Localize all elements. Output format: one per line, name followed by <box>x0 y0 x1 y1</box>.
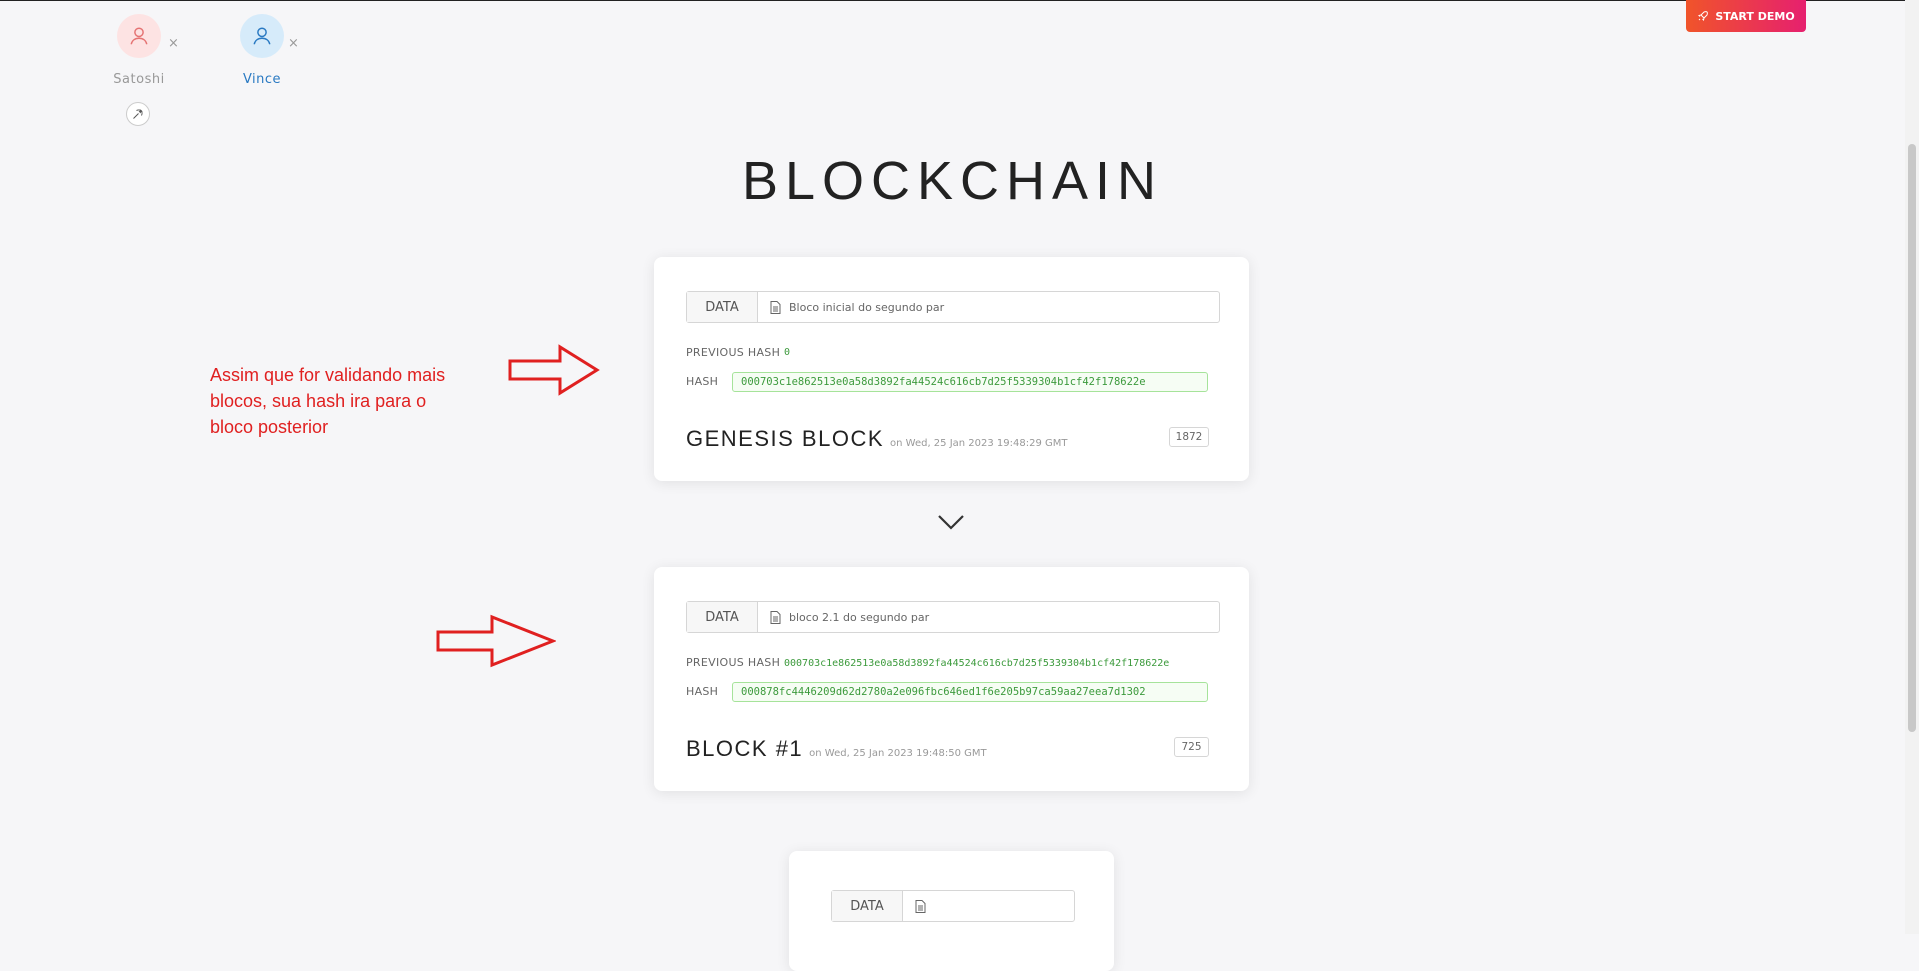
block-card-genesis: DATA Bloco inicial do segundo par PREVIO… <box>654 257 1249 481</box>
annotation-arrow-icon <box>508 344 600 396</box>
previous-hash-label: PREVIOUS HASH <box>686 656 781 669</box>
mine-button[interactable] <box>126 102 150 126</box>
data-input[interactable] <box>903 891 1074 921</box>
block-title-text: BLOCK #1 <box>686 736 804 761</box>
nonce-badge: 725 <box>1174 737 1209 757</box>
user-icon <box>130 27 148 45</box>
hash-label: HASH <box>686 375 719 388</box>
nonce-badge: 1872 <box>1169 427 1209 447</box>
data-field[interactable]: DATA bloco 2.1 do segundo par <box>686 601 1220 633</box>
start-demo-label: START DEMO <box>1715 9 1795 23</box>
block-title-text: GENESIS BLOCK <box>686 426 885 451</box>
data-value-text: Bloco inicial do segundo par <box>789 300 945 314</box>
user-icon <box>253 27 271 45</box>
remove-user-vince-icon[interactable]: × <box>288 36 299 51</box>
hash-value: 000878fc4446209d62d2780a2e096fbc646ed1f6… <box>732 682 1208 702</box>
scrollbar-thumb[interactable] <box>1908 144 1916 732</box>
document-icon <box>770 610 781 624</box>
data-input[interactable]: Bloco inicial do segundo par <box>758 292 1219 322</box>
block-timestamp: on Wed, 25 Jan 2023 19:48:50 GMT <box>809 748 987 759</box>
user-avatar-vince[interactable] <box>240 14 284 58</box>
data-field[interactable]: DATA Bloco inicial do segundo par <box>686 291 1220 323</box>
user-name-vince: Vince <box>242 72 282 87</box>
window-top-border <box>0 0 1919 1</box>
block-card-1: DATA bloco 2.1 do segundo par PREVIOUS H… <box>654 567 1249 791</box>
previous-hash-value: 0 <box>784 347 791 358</box>
data-field[interactable]: DATA <box>831 890 1075 922</box>
pickaxe-icon <box>133 109 143 119</box>
block-timestamp: on Wed, 25 Jan 2023 19:48:29 GMT <box>890 438 1068 449</box>
previous-hash-label: PREVIOUS HASH <box>686 346 781 359</box>
scrollbar[interactable] <box>1905 0 1919 934</box>
hash-label: HASH <box>686 685 719 698</box>
data-label: DATA <box>687 292 758 322</box>
page-title: BLOCKCHAIN <box>741 151 1164 211</box>
block-title: BLOCK #1 on Wed, 25 Jan 2023 19:48:50 GMT <box>686 736 987 762</box>
annotation-text: Assim que for validando mais blocos, sua… <box>210 365 446 437</box>
rocket-icon <box>1698 11 1709 21</box>
user-name-satoshi: Satoshi <box>113 72 165 87</box>
data-label: DATA <box>832 891 903 921</box>
data-label: DATA <box>687 602 758 632</box>
annotation-arrow-icon <box>436 614 556 668</box>
data-value-text: bloco 2.1 do segundo par <box>789 610 930 624</box>
remove-user-satoshi-icon[interactable]: × <box>168 36 179 51</box>
user-avatar-satoshi[interactable] <box>117 14 161 58</box>
chevron-down-icon <box>938 515 964 530</box>
start-demo-button[interactable]: START DEMO <box>1686 0 1806 32</box>
block-card-2: DATA <box>789 851 1114 971</box>
previous-hash-value: 000703c1e862513e0a58d3892fa44524c616cb7d… <box>784 658 1170 669</box>
document-icon <box>915 899 926 913</box>
hash-value: 000703c1e862513e0a58d3892fa44524c616cb7d… <box>732 372 1208 392</box>
block-title: GENESIS BLOCK on Wed, 25 Jan 2023 19:48:2… <box>686 426 1068 452</box>
document-icon <box>770 300 781 314</box>
data-input[interactable]: bloco 2.1 do segundo par <box>758 602 1219 632</box>
